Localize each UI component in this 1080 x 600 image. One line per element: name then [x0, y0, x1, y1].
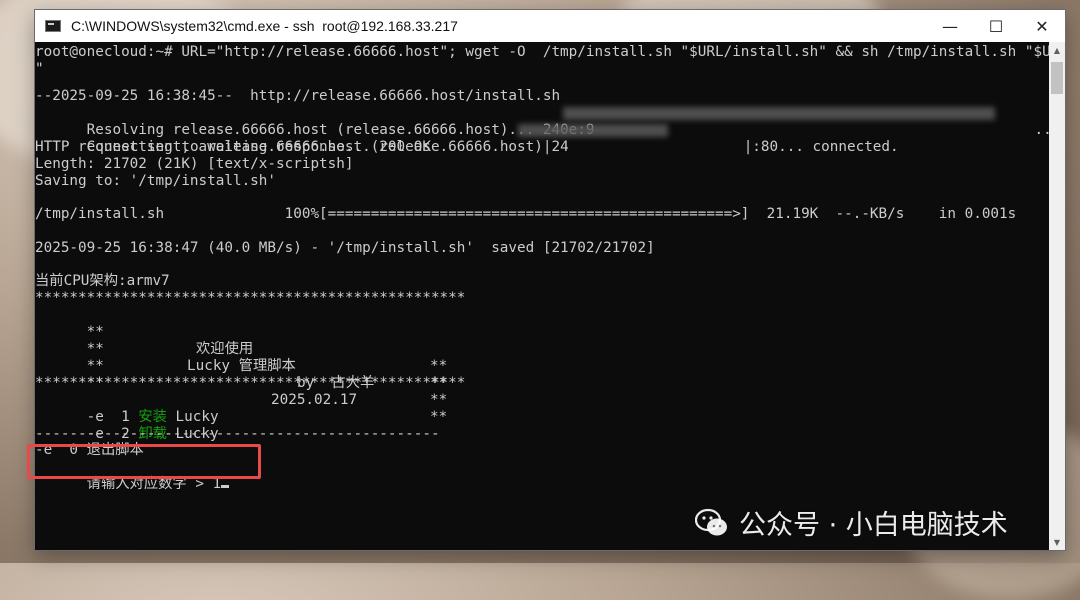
terminal-line: /tmp/install.sh 100%[===================…: [35, 206, 1017, 222]
scroll-up-icon[interactable]: ▲: [1049, 42, 1065, 58]
maximize-button[interactable]: ☐: [973, 10, 1019, 42]
menu-item-install: -e 1 安装 Lucky: [86, 409, 219, 425]
terminal-line: Saving to: '/tmp/install.sh': [35, 173, 277, 189]
scroll-down-icon[interactable]: ▼: [1049, 534, 1065, 550]
terminal-line: ****************************************…: [35, 375, 466, 391]
watermark-text: 公众号 · 小白电脑技术: [739, 510, 1008, 541]
terminal-line: ----------------------------------------…: [35, 426, 440, 442]
terminal-line: 当前CPU架构:armv7: [35, 273, 170, 289]
terminal-line: ** Lucky 管理脚本 **: [86, 341, 448, 391]
terminal-line: 2025-09-25 16:38:47 (40.0 MB/s) - '/tmp/…: [35, 240, 655, 256]
menu-item-uninstall: -e 2 卸载 Lucky: [86, 426, 219, 442]
redacted-ip-mask: [518, 124, 668, 137]
redacted-ip-mask: [563, 107, 995, 120]
terminal-line: HTTP request sent, awaiting response... …: [35, 139, 431, 155]
terminal-line: ** 2025.02.17 **: [86, 375, 448, 425]
scroll-thumb[interactable]: [1051, 62, 1063, 94]
highlight-annotation: [27, 444, 261, 479]
terminal-line: root@onecloud:~# URL="http://release.666…: [35, 44, 1049, 60]
watermark: 公众号 · 小白电脑技术: [695, 503, 1008, 542]
title-bar[interactable]: C:\WINDOWS\system32\cmd.exe - ssh root@1…: [35, 10, 1065, 42]
terminal-line: ** by 古大羊 **: [86, 358, 448, 408]
terminal-line: Length: 21702 (21K) [text/x-scriptsh]: [35, 156, 354, 172]
close-icon: ✕: [1035, 16, 1049, 36]
terminal-line: ** 欢迎使用 **: [86, 324, 448, 374]
maximize-icon: ☐: [988, 16, 1004, 36]
wechat-icon: [695, 508, 727, 535]
vertical-scrollbar[interactable]: ▲ ▼: [1049, 42, 1065, 550]
minimize-icon: —: [942, 16, 958, 36]
close-button[interactable]: ✕: [1019, 10, 1065, 42]
cursor: [221, 485, 230, 488]
window-title: C:\WINDOWS\system32\cmd.exe - ssh root@1…: [71, 18, 458, 34]
minimize-button[interactable]: —: [927, 10, 973, 42]
terminal-line: --2025-09-25 16:38:45-- http://release.6…: [35, 88, 561, 104]
cmd-app-icon[interactable]: [45, 20, 61, 32]
terminal-line: Connecting to release.66666.host (releas…: [86, 139, 899, 155]
terminal-line: ": [35, 61, 44, 77]
terminal-line: ****************************************…: [35, 290, 466, 306]
